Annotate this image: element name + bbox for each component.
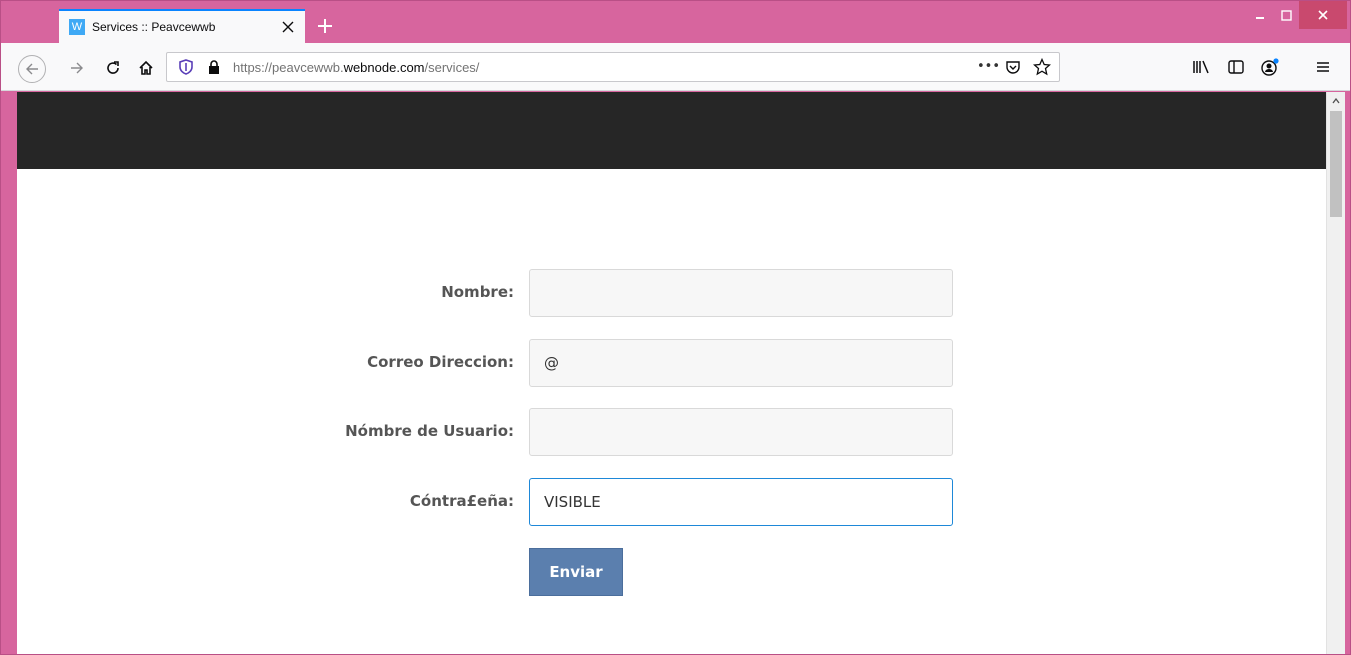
url-path: /services/ [424, 60, 480, 75]
site-header-bar [17, 92, 1326, 169]
correo-label: Correo Direccion: [367, 353, 514, 371]
new-tab-icon[interactable] [312, 13, 338, 39]
tab-title: Services :: Peavcewwb [92, 20, 216, 34]
back-arrow-icon[interactable] [18, 55, 46, 83]
tracking-shield-icon[interactable] [179, 59, 193, 79]
page-viewport: Nombre: Correo Direccion: Nómbre de Usua… [17, 92, 1326, 654]
scrollbar-thumb[interactable] [1330, 111, 1342, 217]
home-icon[interactable] [132, 54, 160, 82]
tab-strip: W Services :: Peavcewwb [1, 1, 1350, 43]
vertical-scrollbar[interactable] [1326, 92, 1345, 654]
usuario-label: Nómbre de Usuario: [345, 422, 514, 440]
sidebar-icon[interactable] [1225, 56, 1247, 78]
contrasena-input[interactable] [529, 478, 953, 526]
window-close-icon[interactable] [1299, 1, 1347, 29]
scroll-up-arrow-icon[interactable] [1327, 92, 1345, 109]
library-icon[interactable] [1190, 56, 1212, 78]
lock-icon[interactable] [207, 59, 221, 79]
url-domain: webnode.com [343, 60, 425, 75]
close-tab-icon[interactable] [279, 18, 297, 36]
browser-window: W Services :: Peavcewwb https://peavceww… [0, 0, 1351, 655]
page-actions-icon[interactable]: ••• [977, 59, 1000, 74]
url-text[interactable]: https://peavcewwb.webnode.com/services/ [233, 60, 479, 75]
nombre-input[interactable] [529, 269, 953, 317]
form-row-usuario: Nómbre de Usuario: [17, 408, 1326, 456]
url-prefix: https://peavcewwb. [233, 60, 344, 75]
browser-tab[interactable]: W Services :: Peavcewwb [59, 9, 305, 43]
hamburger-menu-icon[interactable] [1312, 56, 1334, 78]
reload-icon[interactable] [99, 54, 127, 82]
maximize-icon[interactable] [1273, 1, 1299, 29]
correo-input[interactable] [529, 339, 953, 387]
webnode-favicon-icon: W [69, 19, 85, 35]
nombre-label: Nombre: [441, 283, 514, 301]
bookmark-star-icon[interactable] [1032, 57, 1052, 80]
enviar-button[interactable]: Enviar [529, 548, 623, 596]
pocket-icon[interactable] [1005, 59, 1021, 79]
form-row-correo: Correo Direccion: [17, 339, 1326, 387]
contrasena-label: Cóntra£eña: [409, 492, 514, 510]
minimize-icon[interactable] [1247, 1, 1273, 29]
form-row-nombre: Nombre: [17, 269, 1326, 317]
account-icon[interactable] [1259, 56, 1281, 78]
usuario-input[interactable] [529, 408, 953, 456]
forward-arrow-icon[interactable] [63, 54, 91, 82]
form-row-contrasena: Cóntra£eña: [17, 478, 1326, 526]
address-bar[interactable]: https://peavcewwb.webnode.com/services/ … [166, 52, 1060, 82]
navigation-toolbar: https://peavcewwb.webnode.com/services/ … [1, 43, 1350, 91]
